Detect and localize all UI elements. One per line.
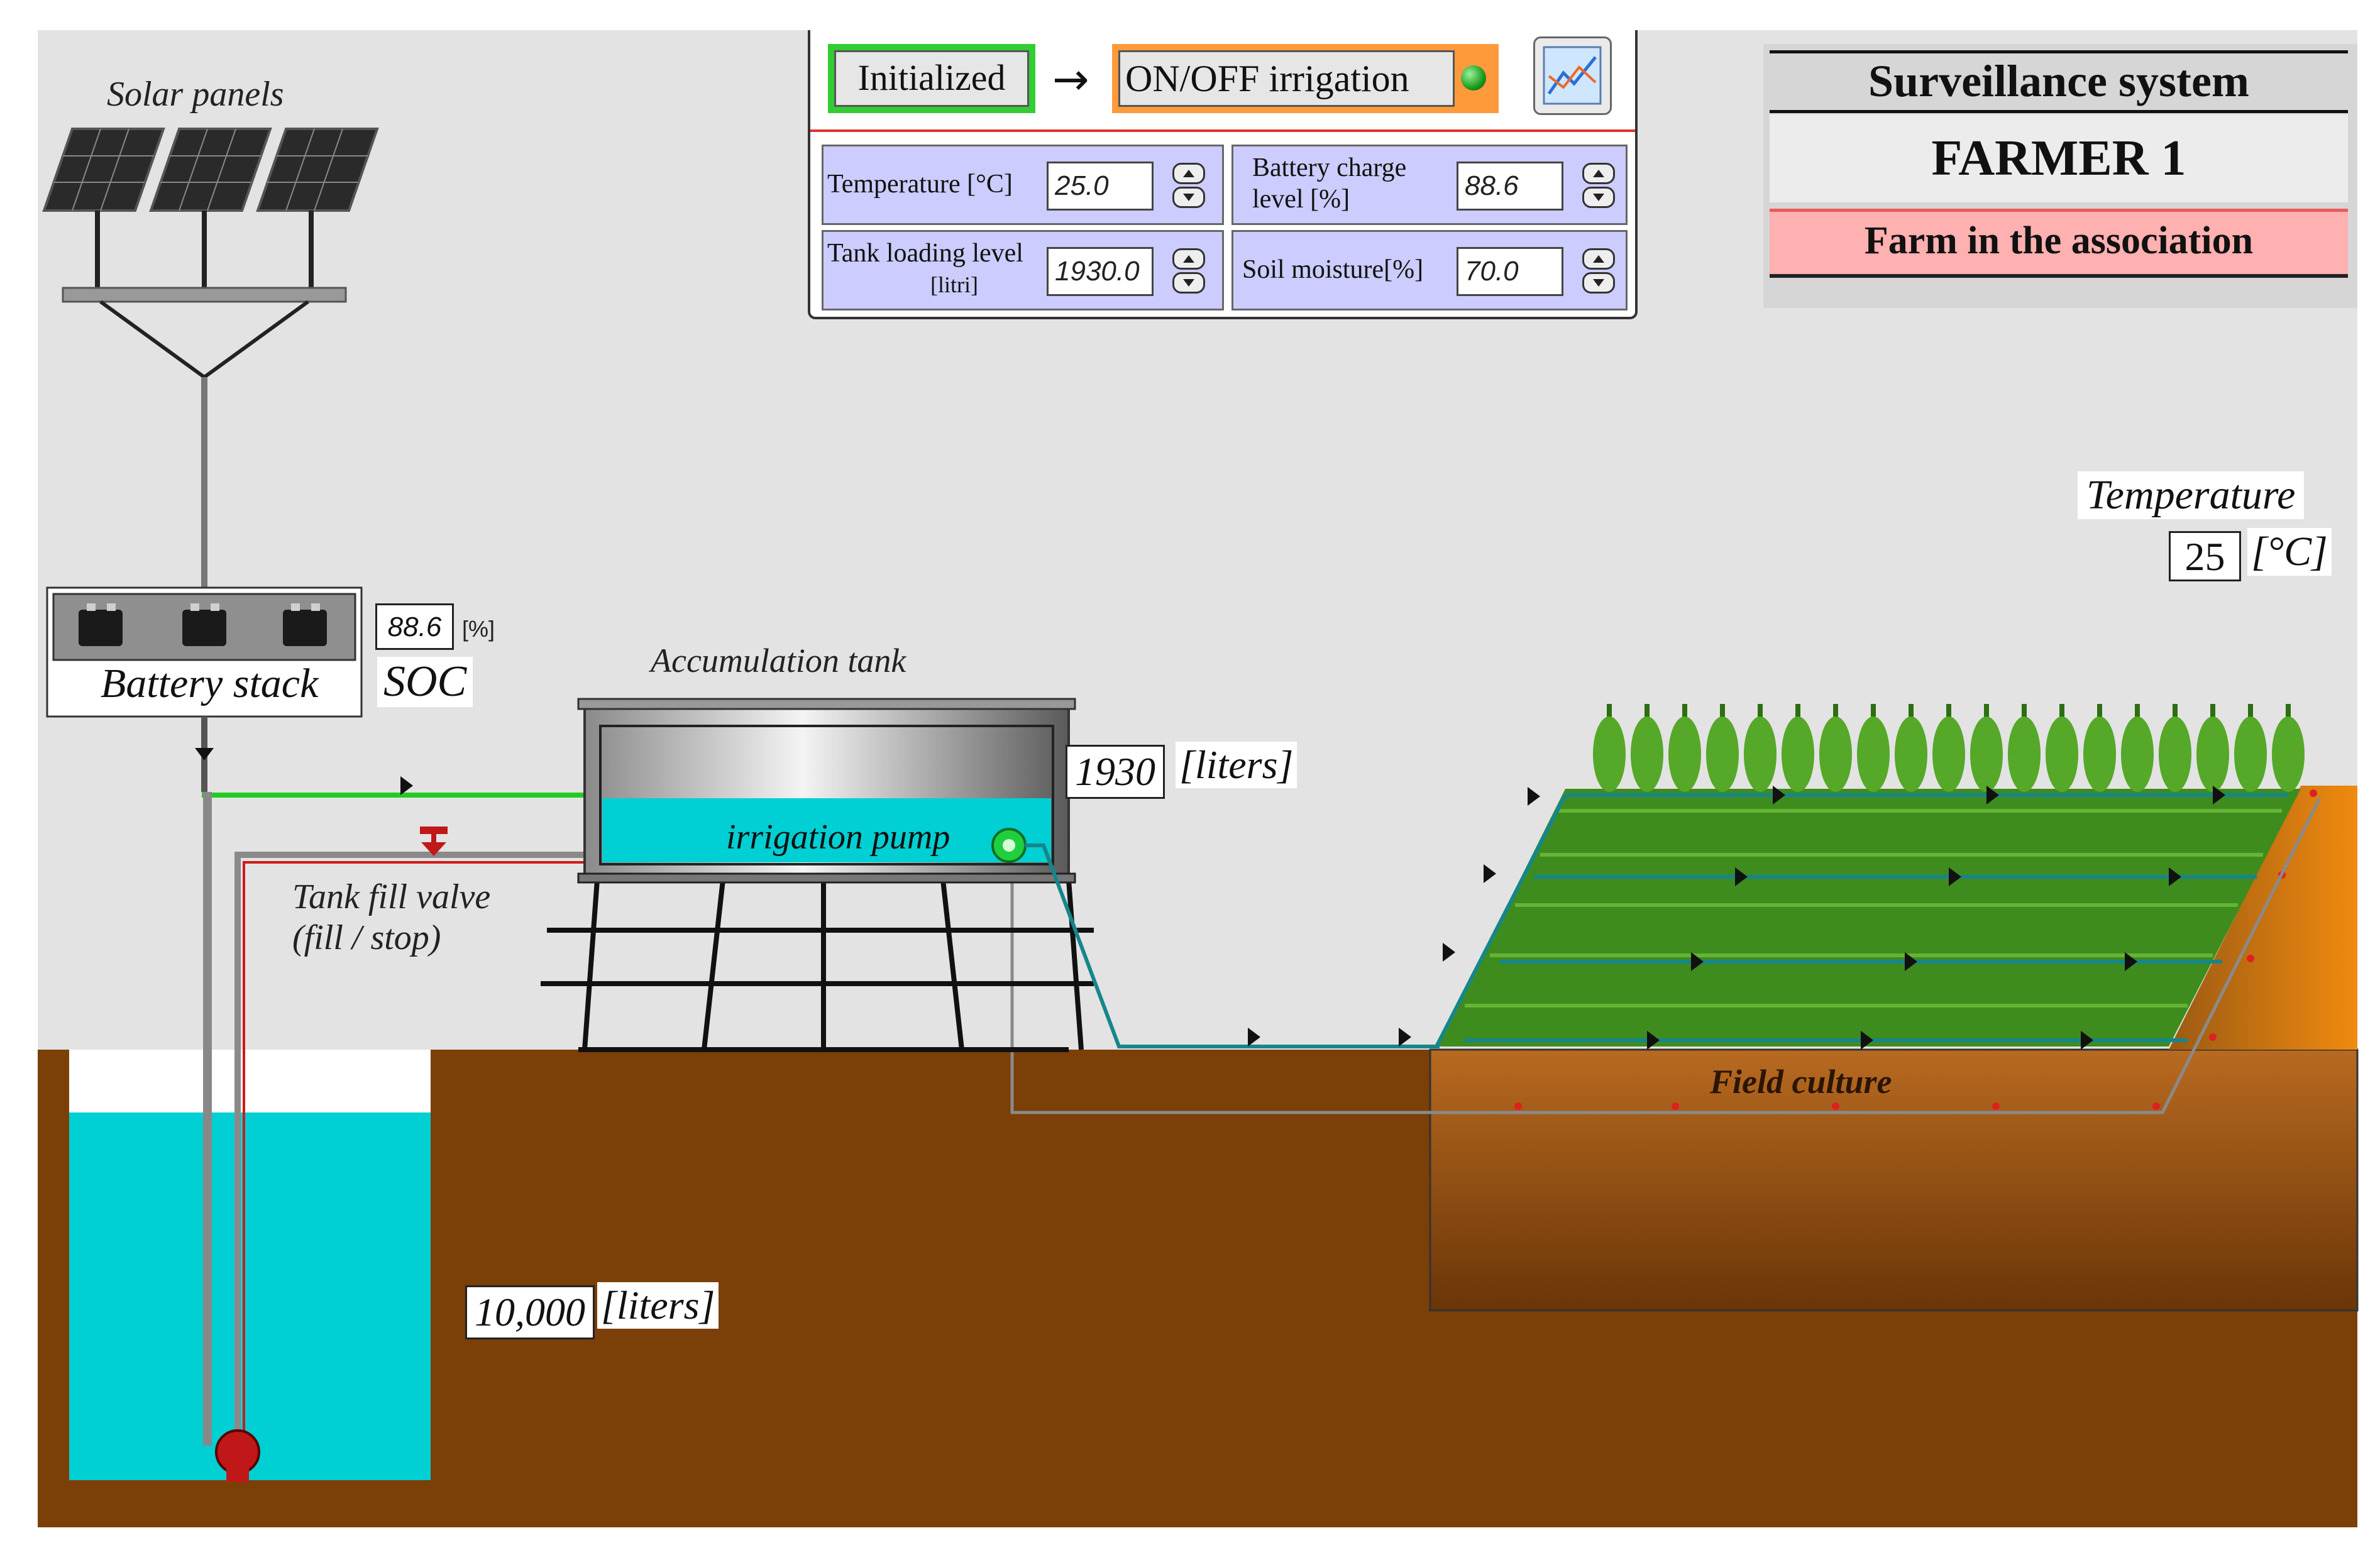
soil-spinner[interactable] (1582, 248, 1615, 295)
tank-level-value: 1930 (1066, 745, 1165, 799)
battery-group: Battery charge level [%] 88.6 (1231, 145, 1628, 225)
surveillance-title: Surveillance system (1770, 50, 2348, 113)
onoff-irrigation-button[interactable]: ON/OFF irrigation (1112, 44, 1499, 113)
line-chart-icon (1543, 46, 1602, 105)
crop-field (1436, 789, 2301, 1046)
soil-input[interactable]: 70.0 (1457, 247, 1563, 296)
scada-screen: Initialized → ON/OFF irrigation Temperat… (0, 0, 2380, 1560)
temperature-label: Temperature (2078, 471, 2305, 519)
tank-field-label-line2: [litri] (930, 272, 978, 297)
onoff-irrigation-label: ON/OFF irrigation (1118, 50, 1455, 107)
initialized-button[interactable]: Initialized (828, 44, 1035, 113)
association-badge: Farm in the association (1770, 209, 2348, 278)
battery-spinner[interactable] (1582, 163, 1615, 209)
status-led-icon (1461, 65, 1486, 91)
tank-spinner[interactable] (1172, 248, 1205, 295)
temperature-field-label: Temperature [°C] (827, 170, 1013, 199)
solar-panels-label: Solar panels (107, 75, 284, 114)
initialized-label: Initialized (834, 50, 1029, 107)
battery-field-label-line1: Battery charge (1252, 153, 1407, 182)
farmer-label: FARMER 1 (1770, 114, 2348, 202)
tank-input[interactable]: 1930.0 (1047, 247, 1154, 296)
surveillance-panel: Surveillance system FARMER 1 Farm in the… (1763, 44, 2357, 308)
soil-field-label: Soil moisture[%] (1242, 255, 1424, 284)
panel-divider (810, 129, 1635, 132)
soc-label: SOC (377, 657, 473, 707)
temperature-group: Temperature [°C] 25.0 (822, 145, 1224, 225)
irrigation-pump-label: irrigation pump (726, 818, 950, 857)
tank-fill-valve-sub: (fill / stop) (292, 918, 441, 957)
battery-stack-label: Battery stack (101, 661, 319, 706)
battery-input[interactable]: 88.6 (1457, 162, 1563, 211)
battery-field-label-line2: level [%] (1252, 185, 1350, 214)
field-culture-label: Field culture (1710, 1063, 1892, 1101)
tank-level-unit: [liters] (1176, 742, 1297, 788)
well-volume-unit: [liters] (597, 1282, 719, 1329)
field-block (1429, 1048, 2359, 1312)
soil-moisture-group: Soil moisture[%] 70.0 (1231, 230, 1628, 310)
control-panel: Initialized → ON/OFF irrigation Temperat… (808, 30, 1638, 319)
well-water (69, 1112, 431, 1480)
temperature-input[interactable]: 25.0 (1047, 162, 1154, 211)
temperature-unit: [°C] (2247, 528, 2332, 576)
soc-unit: [%] (462, 616, 495, 642)
temperature-value: 25 (2169, 531, 2241, 581)
chart-button[interactable] (1533, 36, 1612, 115)
tank-field-label-line1: Tank loading level (827, 239, 1023, 268)
accumulation-tank-label: Accumulation tank (651, 642, 906, 679)
tank-level-group: Tank loading level [litri] 1930.0 (822, 230, 1224, 310)
well-volume-value: 10,000 (465, 1285, 595, 1339)
temperature-spinner[interactable] (1172, 163, 1205, 209)
battery-icon-row (79, 610, 327, 646)
arrow-icon: → (1052, 53, 1089, 105)
soc-value: 88.6 (375, 603, 454, 650)
tank-fill-valve-label: Tank fill valve (292, 877, 491, 916)
